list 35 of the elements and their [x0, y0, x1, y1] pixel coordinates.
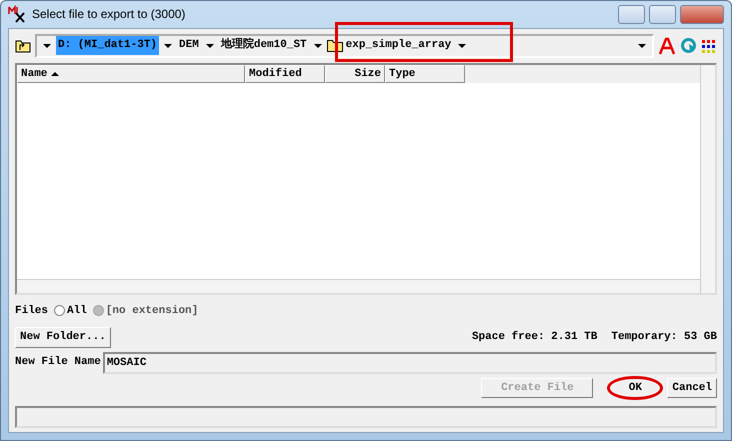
- text-edit-icon[interactable]: [658, 36, 676, 54]
- field-label: New File Name: [15, 355, 101, 370]
- folder-segment[interactable]: 地理院dem10_ST: [218, 36, 309, 55]
- radio-button[interactable]: [54, 305, 66, 316]
- window-title: Select file to export to (3000): [32, 6, 186, 24]
- dialog-button[interactable]: Cancel: [667, 378, 717, 398]
- column-header[interactable]: Name: [17, 64, 245, 82]
- dot-grid-icon[interactable]: [701, 38, 717, 52]
- dialog-button[interactable]: OK: [609, 378, 662, 398]
- new-folder-button[interactable]: New Folder...: [15, 327, 111, 348]
- column-header[interactable]: Modified: [245, 64, 325, 82]
- app-logo-icon: [8, 5, 26, 24]
- folder-segment[interactable]: exp_simple_array: [344, 36, 454, 55]
- space-free-text: Space free: 2.31 TB: [472, 330, 598, 345]
- path-combo[interactable]: D: (MI_dat1-3T) DEM 地理院dem10_ST exp_simple_array: [35, 34, 654, 58]
- caret-icon[interactable]: [458, 44, 466, 48]
- caret-icon[interactable]: [164, 44, 172, 48]
- radio-label[interactable]: All: [67, 302, 87, 319]
- sort-arrow-icon: [51, 72, 60, 76]
- dropdown-arrow-icon[interactable]: [638, 44, 646, 48]
- column-header[interactable]: Type: [385, 64, 465, 82]
- caret-icon[interactable]: [206, 44, 214, 48]
- maximize-button[interactable]: [649, 5, 676, 24]
- minimize-button[interactable]: [618, 5, 645, 24]
- filter-label: Files: [15, 304, 48, 318]
- caret-icon[interactable]: [314, 44, 322, 48]
- folder-up-icon[interactable]: [15, 38, 31, 52]
- drive-segment[interactable]: D: (MI_dat1-3T): [56, 36, 160, 55]
- horizontal-scrollbar[interactable]: [17, 278, 700, 292]
- file-name-field[interactable]: MOSAIC: [102, 352, 717, 374]
- column-header[interactable]: Size: [325, 64, 385, 82]
- caret-icon[interactable]: [43, 44, 51, 48]
- folder-segment[interactable]: DEM: [177, 36, 201, 55]
- temporary-space-text: Temporary: 53 GB: [611, 330, 717, 345]
- vertical-scrollbar[interactable]: [700, 64, 715, 292]
